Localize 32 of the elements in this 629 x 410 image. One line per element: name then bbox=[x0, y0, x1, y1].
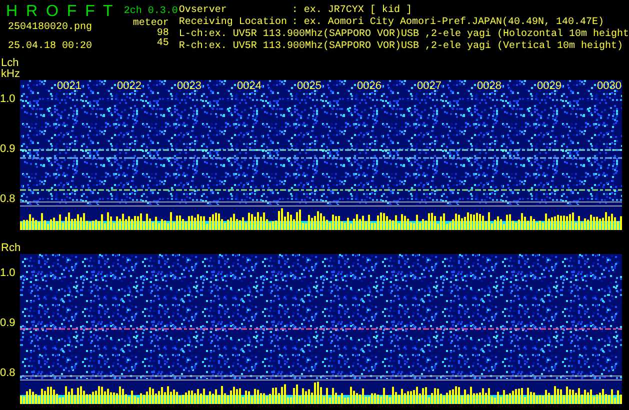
axis-label: 0.8 bbox=[0, 194, 16, 205]
channel-info: R-ch:ex. UV5R 113.900Mhz(SAPPORO VOR)USB ,2-ele yagi (Vertical 10m height) bbox=[178, 41, 623, 53]
axis-label: 0.9 bbox=[0, 144, 16, 155]
version-label: 2ch 0.3.0 bbox=[124, 5, 178, 18]
axis-label: 0.8 bbox=[0, 368, 16, 379]
axis-label: 1.0 bbox=[0, 268, 16, 279]
axis-label: 0.9 bbox=[0, 318, 16, 329]
time-label: 0030 bbox=[597, 81, 622, 92]
app-title: H R O F F T bbox=[6, 2, 115, 21]
meteor-label: meteor bbox=[132, 18, 169, 29]
axis-label: 1.0 bbox=[0, 94, 16, 105]
time-label: 0025 bbox=[297, 81, 322, 92]
channel-label: Lch bbox=[1, 58, 19, 69]
info-label: Ovserver bbox=[178, 5, 228, 16]
channel-info: L-ch:ex. UV5R 113.900Mhz(SAPPORO VOR)USB ,2-ele yagi (Holozontal 10m height bbox=[178, 29, 629, 40]
time-label: 0023 bbox=[177, 81, 202, 92]
meteor-count: 98 bbox=[156, 29, 170, 39]
meteor-count: 45 bbox=[156, 39, 170, 49]
info-label: Receiving Location bbox=[178, 17, 288, 28]
time-label: 0026 bbox=[357, 81, 382, 92]
time-label: 0027 bbox=[417, 81, 442, 92]
file-name: 2504180020.png bbox=[7, 21, 92, 34]
time-label: 0024 bbox=[237, 81, 262, 92]
date-time: 25.04.18 00:20 bbox=[7, 40, 92, 53]
time-label: 0022 bbox=[117, 81, 142, 92]
unit-label: kHz bbox=[1, 69, 20, 80]
time-label: 0029 bbox=[537, 81, 562, 92]
time-label: 0028 bbox=[477, 81, 502, 92]
info-value: : ex. Aomori City Aomori-Pref.JAPAN(40.49N, 140.47E) bbox=[292, 17, 604, 28]
info-value: : ex. JR7CYX [ kid ] bbox=[292, 5, 412, 16]
time-label: 0021 bbox=[57, 81, 82, 92]
channel-label: Rch bbox=[1, 243, 21, 254]
